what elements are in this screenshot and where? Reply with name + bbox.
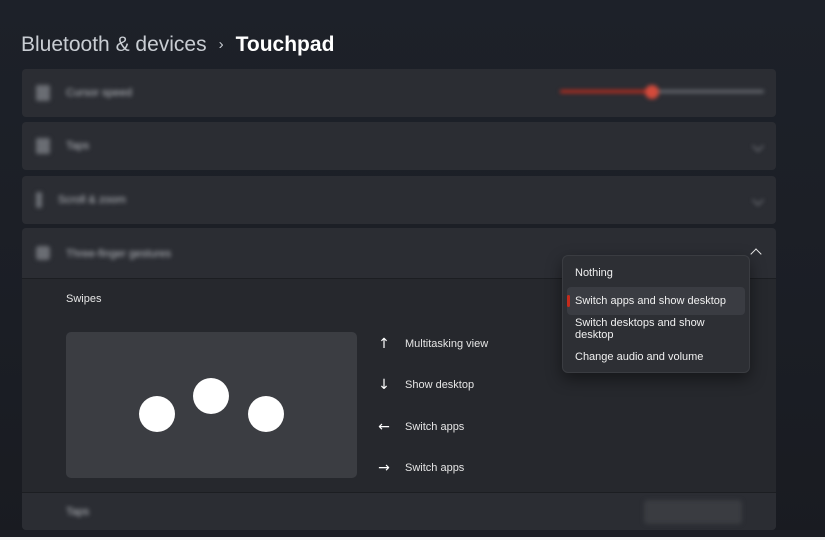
finger-middle [193,378,229,414]
dropdown-option-switch-apps-desktop[interactable]: Switch apps and show desktop [567,287,745,315]
breadcrumb: Bluetooth & devices › Touchpad [21,30,334,60]
setting-row-scroll-zoom[interactable]: Scroll & zoom [22,176,776,224]
breadcrumb-parent[interactable]: Bluetooth & devices [21,30,207,60]
three-finger-taps-row: Taps [22,492,776,530]
dropdown-option-switch-desktops[interactable]: Switch desktops and show desktop [567,315,745,343]
swipes-dropdown-menu: Nothing Switch apps and show desktop Swi… [562,255,750,373]
section-title: Three-finger gestures [66,248,172,260]
scroll-icon [36,192,42,208]
dropdown-option-audio-volume[interactable]: Change audio and volume [567,343,745,371]
taps-label: Taps [66,506,90,518]
tap-icon [36,138,50,154]
chevron-up-icon[interactable] [750,248,762,260]
touchpad-illustration [66,332,357,478]
gesture-up: ↑ Multitasking view [377,336,488,352]
page-title: Touchpad [235,33,335,56]
finger-right [248,396,284,432]
chevron-right-icon: › [218,36,224,53]
arrow-up-icon: ↑ [378,336,390,352]
setting-label: Cursor speed [66,87,133,99]
arrow-down-icon: ↓ [378,377,390,393]
three-finger-icon [36,246,50,260]
slider-fill [560,90,652,93]
slider-thumb[interactable] [644,84,659,99]
arrow-right-icon: → [378,460,390,476]
setting-label: Taps [66,140,90,152]
setting-row-taps[interactable]: Taps [22,122,776,170]
setting-label: Scroll & zoom [58,194,126,206]
gesture-label: Show desktop [405,379,475,391]
chevron-down-icon [752,140,764,152]
gesture-label: Switch apps [405,421,465,433]
dropdown-option-nothing[interactable]: Nothing [567,259,745,287]
cursor-icon [36,85,50,101]
cursor-speed-slider[interactable] [560,84,764,99]
taps-dropdown[interactable] [644,500,742,524]
setting-row-cursor-speed: Cursor speed [22,69,776,117]
gesture-left: ← Switch apps [377,419,464,435]
gesture-right: → Switch apps [377,460,464,476]
arrow-left-icon: ← [378,419,390,435]
chevron-down-icon [752,194,764,206]
gesture-label: Multitasking view [405,338,489,350]
swipes-label: Swipes [66,293,102,305]
finger-left [139,396,175,432]
gesture-down: ↓ Show desktop [377,377,474,393]
gesture-label: Switch apps [405,462,465,474]
